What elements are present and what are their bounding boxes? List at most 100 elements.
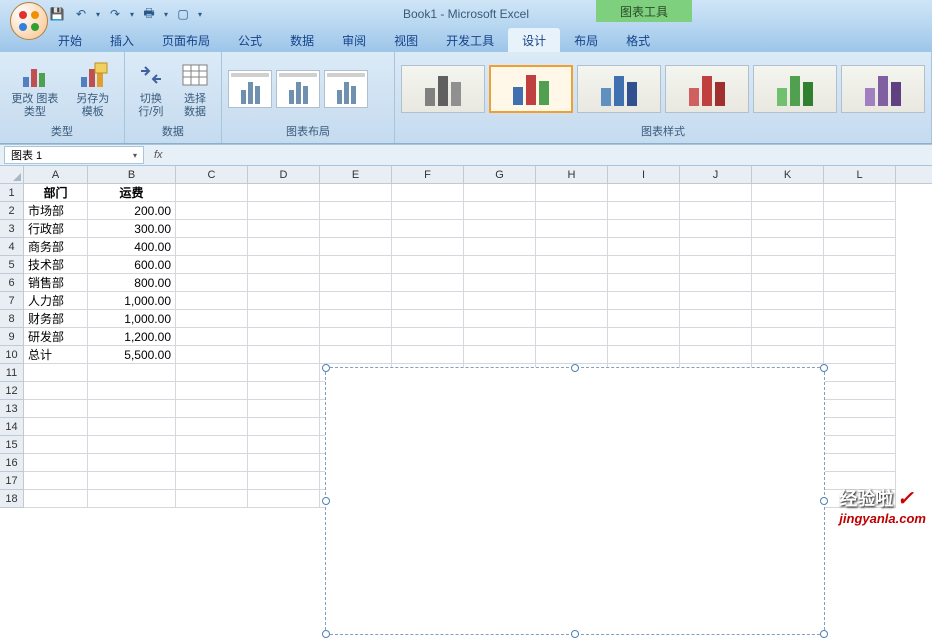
cell[interactable]: [248, 346, 320, 364]
cell[interactable]: [680, 202, 752, 220]
cell[interactable]: [24, 436, 88, 454]
cell[interactable]: [536, 256, 608, 274]
tab-design[interactable]: 设计: [508, 28, 560, 52]
tab-review[interactable]: 审阅: [328, 28, 380, 52]
cell[interactable]: 商务部: [24, 238, 88, 256]
new-icon[interactable]: ▢: [174, 5, 192, 23]
column-header[interactable]: A: [24, 166, 88, 183]
cell[interactable]: [608, 274, 680, 292]
row-header[interactable]: 3: [0, 220, 23, 238]
cell[interactable]: [464, 238, 536, 256]
cell[interactable]: [176, 184, 248, 202]
cell[interactable]: 200.00: [88, 202, 176, 220]
cell[interactable]: [176, 256, 248, 274]
cell[interactable]: [536, 292, 608, 310]
row-header[interactable]: 11: [0, 364, 23, 382]
cell[interactable]: [536, 220, 608, 238]
row-header[interactable]: 13: [0, 400, 23, 418]
resize-handle-sw[interactable]: [322, 630, 330, 638]
chart-style-3[interactable]: [577, 65, 661, 113]
cell[interactable]: [752, 256, 824, 274]
cell[interactable]: [176, 364, 248, 382]
cell[interactable]: [752, 202, 824, 220]
cell[interactable]: 研发部: [24, 328, 88, 346]
resize-handle-w[interactable]: [322, 497, 330, 505]
cell[interactable]: [464, 292, 536, 310]
cell[interactable]: 1,000.00: [88, 310, 176, 328]
cell[interactable]: [248, 436, 320, 454]
row-header[interactable]: 7: [0, 292, 23, 310]
cell[interactable]: [824, 436, 896, 454]
cell[interactable]: [680, 238, 752, 256]
chart-layout-3[interactable]: [324, 70, 368, 108]
resize-handle-ne[interactable]: [820, 364, 828, 372]
cell[interactable]: [752, 292, 824, 310]
resize-handle-nw[interactable]: [322, 364, 330, 372]
cell[interactable]: [392, 184, 464, 202]
cell[interactable]: [248, 310, 320, 328]
cell[interactable]: [464, 256, 536, 274]
cell[interactable]: [752, 310, 824, 328]
row-header[interactable]: 18: [0, 490, 23, 508]
cell[interactable]: [464, 328, 536, 346]
cell[interactable]: [176, 220, 248, 238]
cell[interactable]: [464, 346, 536, 364]
cell[interactable]: [176, 346, 248, 364]
tab-insert[interactable]: 插入: [96, 28, 148, 52]
cell[interactable]: [680, 292, 752, 310]
cell[interactable]: [88, 400, 176, 418]
cell[interactable]: [824, 364, 896, 382]
cell[interactable]: 人力部: [24, 292, 88, 310]
tab-layout[interactable]: 布局: [560, 28, 612, 52]
cell[interactable]: 5,500.00: [88, 346, 176, 364]
cell[interactable]: [176, 490, 248, 508]
cell[interactable]: [824, 292, 896, 310]
resize-handle-se[interactable]: [820, 630, 828, 638]
cell[interactable]: [320, 238, 392, 256]
row-header[interactable]: 10: [0, 346, 23, 364]
tab-developer[interactable]: 开发工具: [432, 28, 508, 52]
undo-icon[interactable]: ↶: [72, 5, 90, 23]
cell[interactable]: [24, 472, 88, 490]
cell[interactable]: [320, 328, 392, 346]
cell[interactable]: [752, 346, 824, 364]
cell[interactable]: [24, 382, 88, 400]
chart-style-2[interactable]: [489, 65, 573, 113]
cell[interactable]: [176, 310, 248, 328]
office-button[interactable]: [10, 2, 48, 40]
save-icon[interactable]: 💾: [48, 5, 66, 23]
cell[interactable]: [24, 454, 88, 472]
cell[interactable]: [824, 310, 896, 328]
cell[interactable]: [680, 310, 752, 328]
formula-input[interactable]: [169, 146, 932, 164]
cell[interactable]: [88, 436, 176, 454]
cell[interactable]: [176, 328, 248, 346]
cell[interactable]: [608, 292, 680, 310]
cell[interactable]: 800.00: [88, 274, 176, 292]
resize-handle-e[interactable]: [820, 497, 828, 505]
cell[interactable]: [464, 274, 536, 292]
column-header[interactable]: B: [88, 166, 176, 183]
cell[interactable]: [536, 328, 608, 346]
column-header[interactable]: D: [248, 166, 320, 183]
cell[interactable]: [176, 436, 248, 454]
cell[interactable]: [824, 184, 896, 202]
cell[interactable]: 销售部: [24, 274, 88, 292]
cell[interactable]: [248, 184, 320, 202]
cell[interactable]: [824, 454, 896, 472]
qat-customize-icon[interactable]: ▾: [198, 10, 202, 19]
switch-row-col-button[interactable]: 切换行/列: [131, 57, 171, 121]
cell[interactable]: [824, 346, 896, 364]
tab-data[interactable]: 数据: [276, 28, 328, 52]
print-icon[interactable]: 🖶: [140, 5, 158, 23]
save-template-button[interactable]: 另存为 模板: [68, 57, 118, 121]
chart-style-1[interactable]: [401, 65, 485, 113]
cell[interactable]: [320, 220, 392, 238]
cell[interactable]: [88, 490, 176, 508]
cell[interactable]: [680, 346, 752, 364]
column-header[interactable]: F: [392, 166, 464, 183]
cell[interactable]: [176, 454, 248, 472]
tab-page-layout[interactable]: 页面布局: [148, 28, 224, 52]
cell[interactable]: 600.00: [88, 256, 176, 274]
cell[interactable]: [680, 184, 752, 202]
